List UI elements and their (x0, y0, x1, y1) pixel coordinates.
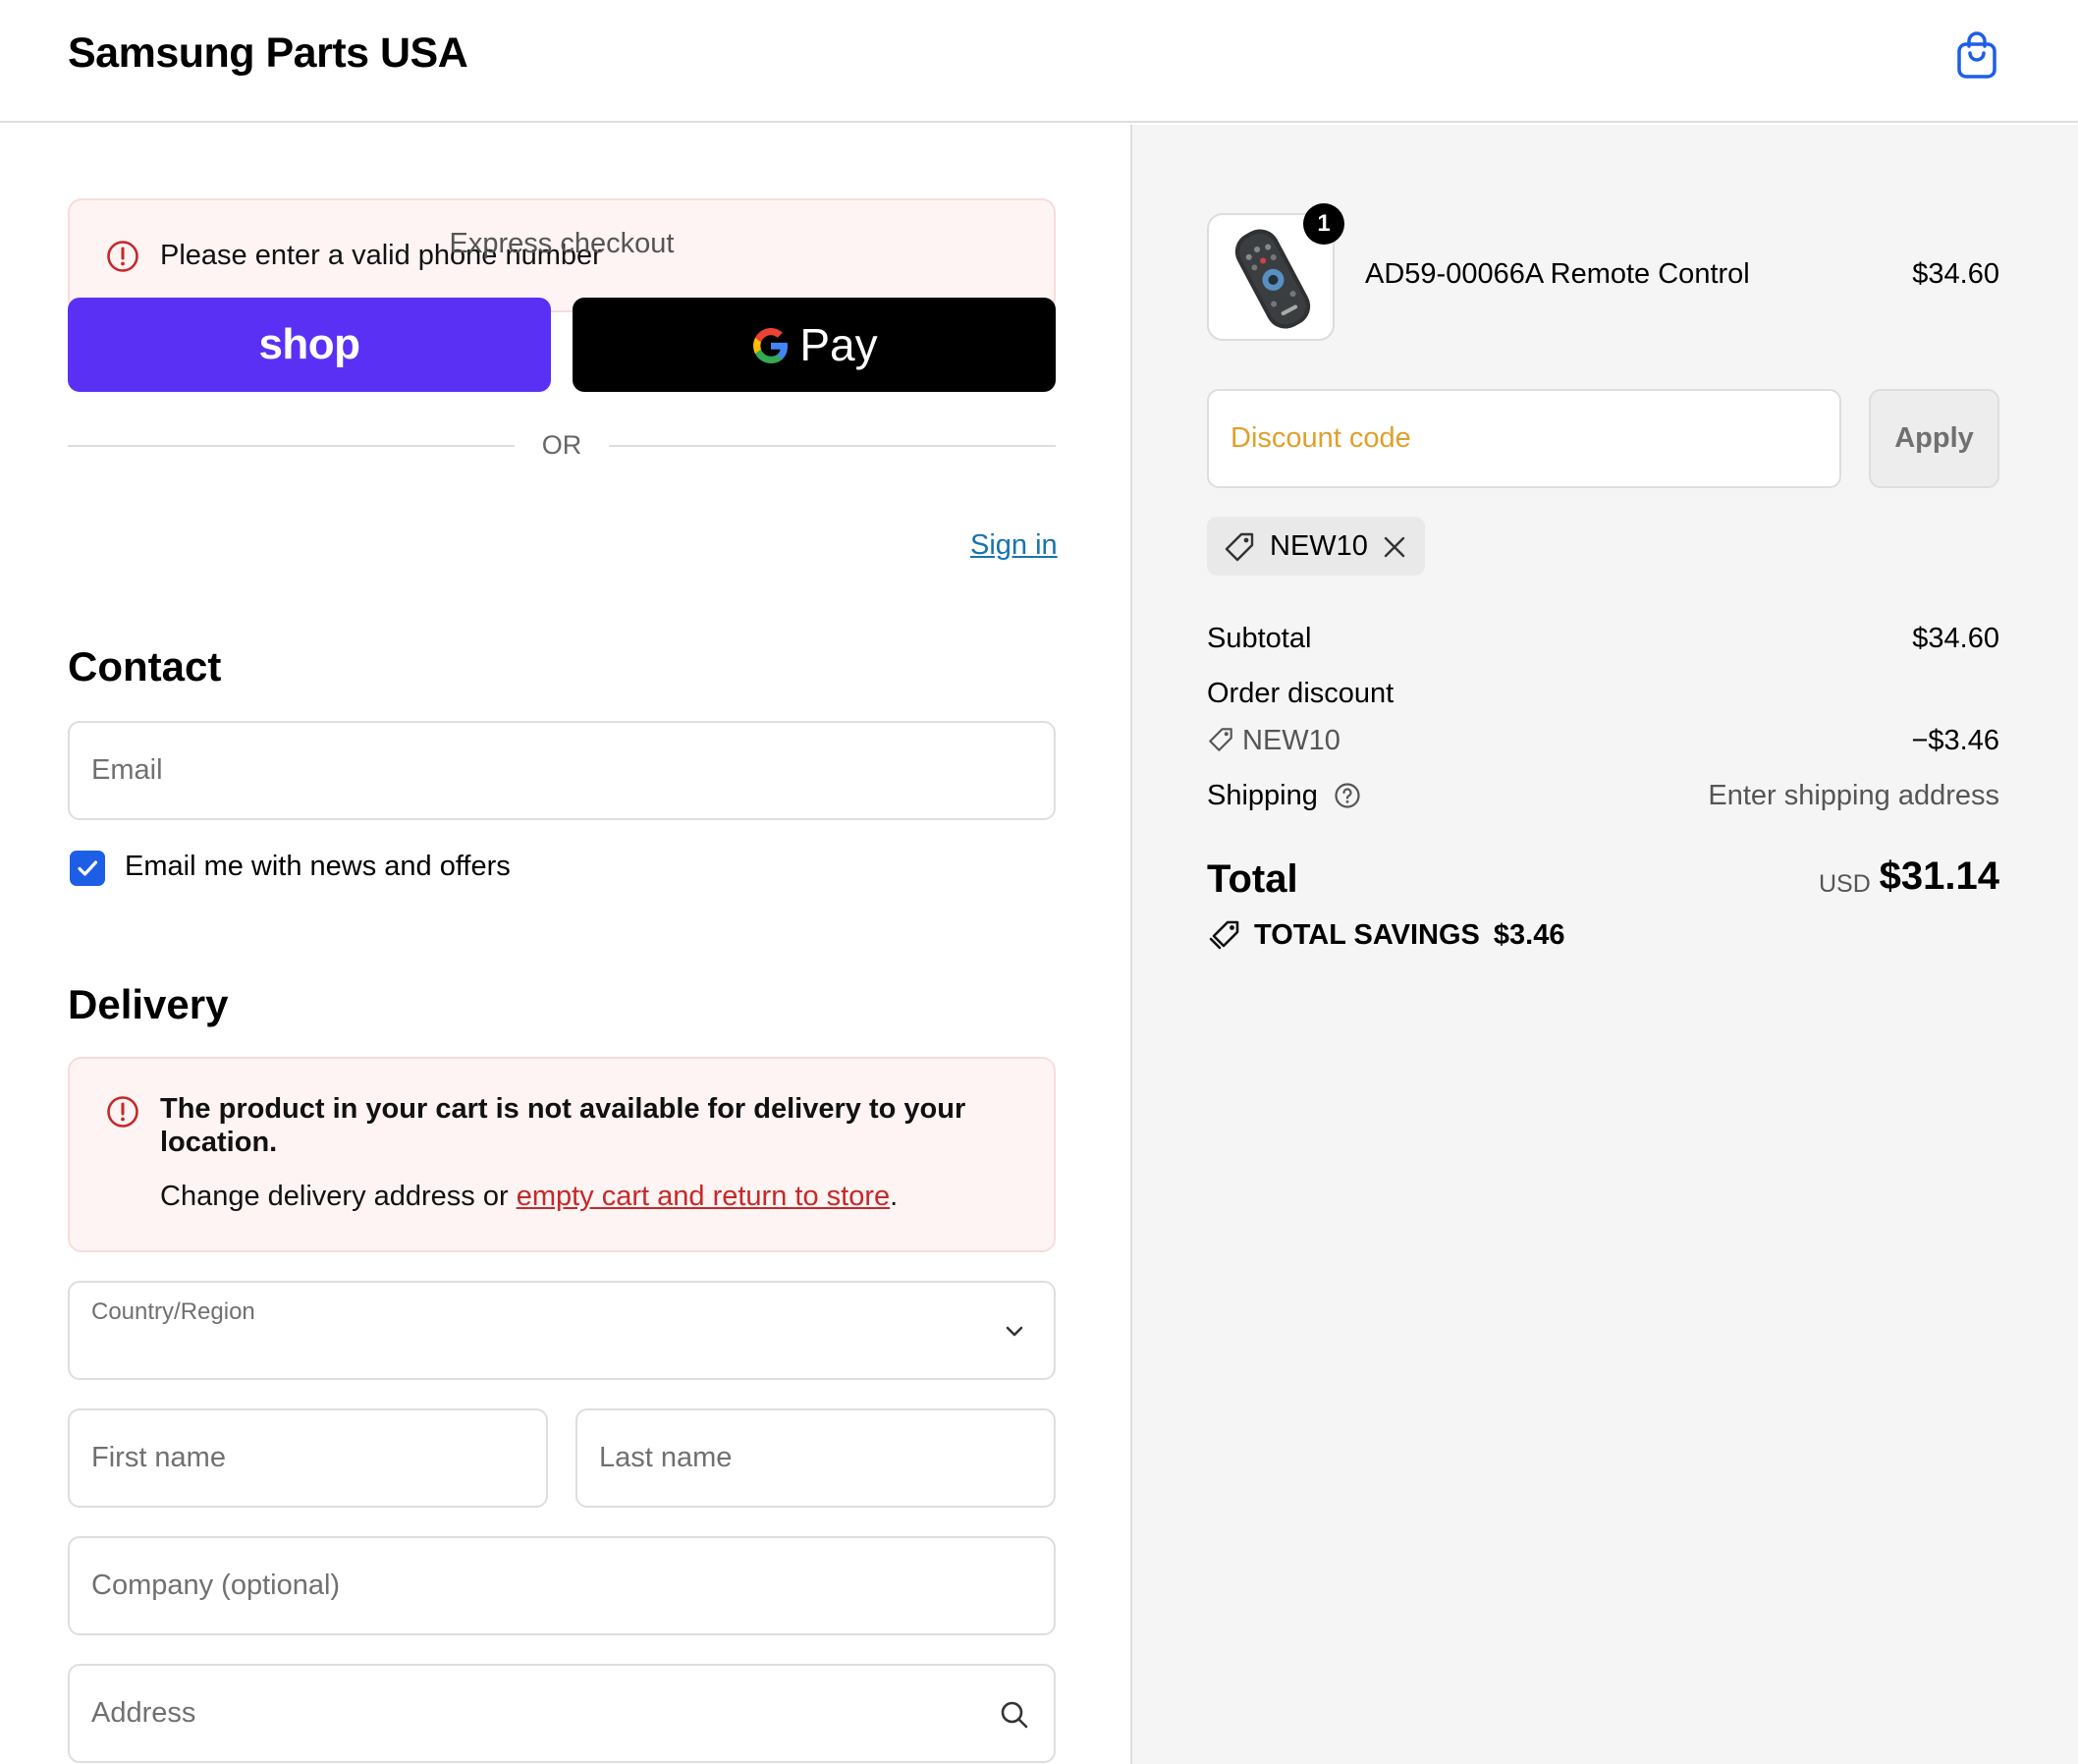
discount-code-row: NEW10 (1207, 725, 1340, 757)
or-divider-label: OR (541, 430, 582, 460)
company-field[interactable] (68, 1536, 1056, 1635)
discount-code-name: NEW10 (1242, 725, 1340, 756)
product-price: $34.60 (1912, 258, 1999, 290)
newsletter-checkbox[interactable] (70, 851, 105, 886)
error-icon (106, 1095, 139, 1129)
newsletter-label[interactable]: Email me with news and offers (125, 851, 511, 883)
email-field[interactable] (68, 721, 1056, 820)
express-checkout-label: Express checkout (449, 228, 675, 259)
total-savings-row: TOTAL SAVINGS $3.46 (1207, 918, 1564, 952)
country-label: Country/Region (91, 1298, 255, 1325)
checkout-header: Samsung Parts USA (0, 0, 2078, 123)
shop-pay-button[interactable]: shop (68, 298, 551, 392)
first-name-input[interactable] (70, 1410, 546, 1506)
remove-discount-icon[interactable] (1382, 534, 1407, 560)
total-label: Total (1207, 857, 1298, 901)
email-input[interactable] (70, 723, 1054, 818)
quantity-badge: 1 (1303, 203, 1344, 245)
delivery-heading: Delivery (68, 981, 229, 1027)
sign-in-link[interactable]: Sign in (970, 529, 1058, 562)
shipping-value: Enter shipping address (1708, 780, 1999, 811)
empty-cart-link[interactable]: empty cart and return to store (517, 1181, 890, 1212)
checkmark-icon (78, 860, 98, 876)
delivery-error-message: Change delivery address or empty cart an… (160, 1181, 898, 1213)
discount-code-field[interactable] (1207, 389, 1841, 488)
first-name-field[interactable] (68, 1408, 548, 1508)
shopping-bag-icon[interactable] (1954, 29, 1999, 81)
subtotal-value: $34.60 (1912, 623, 1999, 654)
tag-icon (1207, 726, 1234, 753)
contact-heading: Contact (68, 643, 222, 689)
delivery-error-suffix: . (890, 1181, 899, 1212)
discount-code-input[interactable] (1209, 391, 1839, 486)
chevron-down-icon (1003, 1320, 1026, 1344)
tag-icon (1223, 530, 1256, 564)
google-pay-label: Pay (799, 319, 878, 370)
google-g-icon (750, 324, 792, 365)
address-input[interactable] (70, 1666, 1054, 1761)
divider-left (68, 445, 515, 447)
product-name: AD59-00066A Remote Control (1365, 258, 1750, 290)
discount-amount: −$3.46 (1911, 725, 1999, 756)
shop-pay-label: shop (258, 320, 360, 368)
subtotal-label: Subtotal (1207, 623, 1312, 654)
delivery-error-prefix: Change delivery address or (160, 1181, 517, 1212)
savings-value: $3.46 (1493, 918, 1565, 951)
applied-code-label: NEW10 (1270, 530, 1368, 562)
savings-label: TOTAL SAVINGS (1254, 918, 1480, 951)
delivery-error-title: The product in your cart is not availabl… (160, 1093, 966, 1158)
last-name-field[interactable] (575, 1408, 1056, 1508)
help-icon[interactable] (1334, 782, 1361, 809)
company-input[interactable] (70, 1538, 1054, 1633)
total-value: $31.14 (1879, 854, 1999, 898)
order-discount-label: Order discount (1207, 678, 1394, 709)
search-icon[interactable] (999, 1699, 1030, 1731)
applied-discount-chip: NEW10 (1207, 517, 1425, 576)
savings-tag-icon (1207, 918, 1240, 952)
country-select[interactable]: Country/Region (68, 1281, 1056, 1380)
shipping-row-label: Shipping (1207, 780, 1361, 812)
last-name-input[interactable] (577, 1410, 1054, 1506)
store-logo[interactable]: Samsung Parts USA (68, 29, 468, 78)
divider-right (609, 445, 1056, 447)
delivery-error-banner: The product in your cart is not availabl… (68, 1057, 1056, 1252)
google-pay-button[interactable]: Pay (573, 298, 1056, 392)
apply-discount-button[interactable]: Apply (1869, 389, 1999, 488)
address-field[interactable] (68, 1664, 1056, 1763)
total-currency: USD (1819, 870, 1871, 898)
shipping-label: Shipping (1207, 780, 1318, 811)
